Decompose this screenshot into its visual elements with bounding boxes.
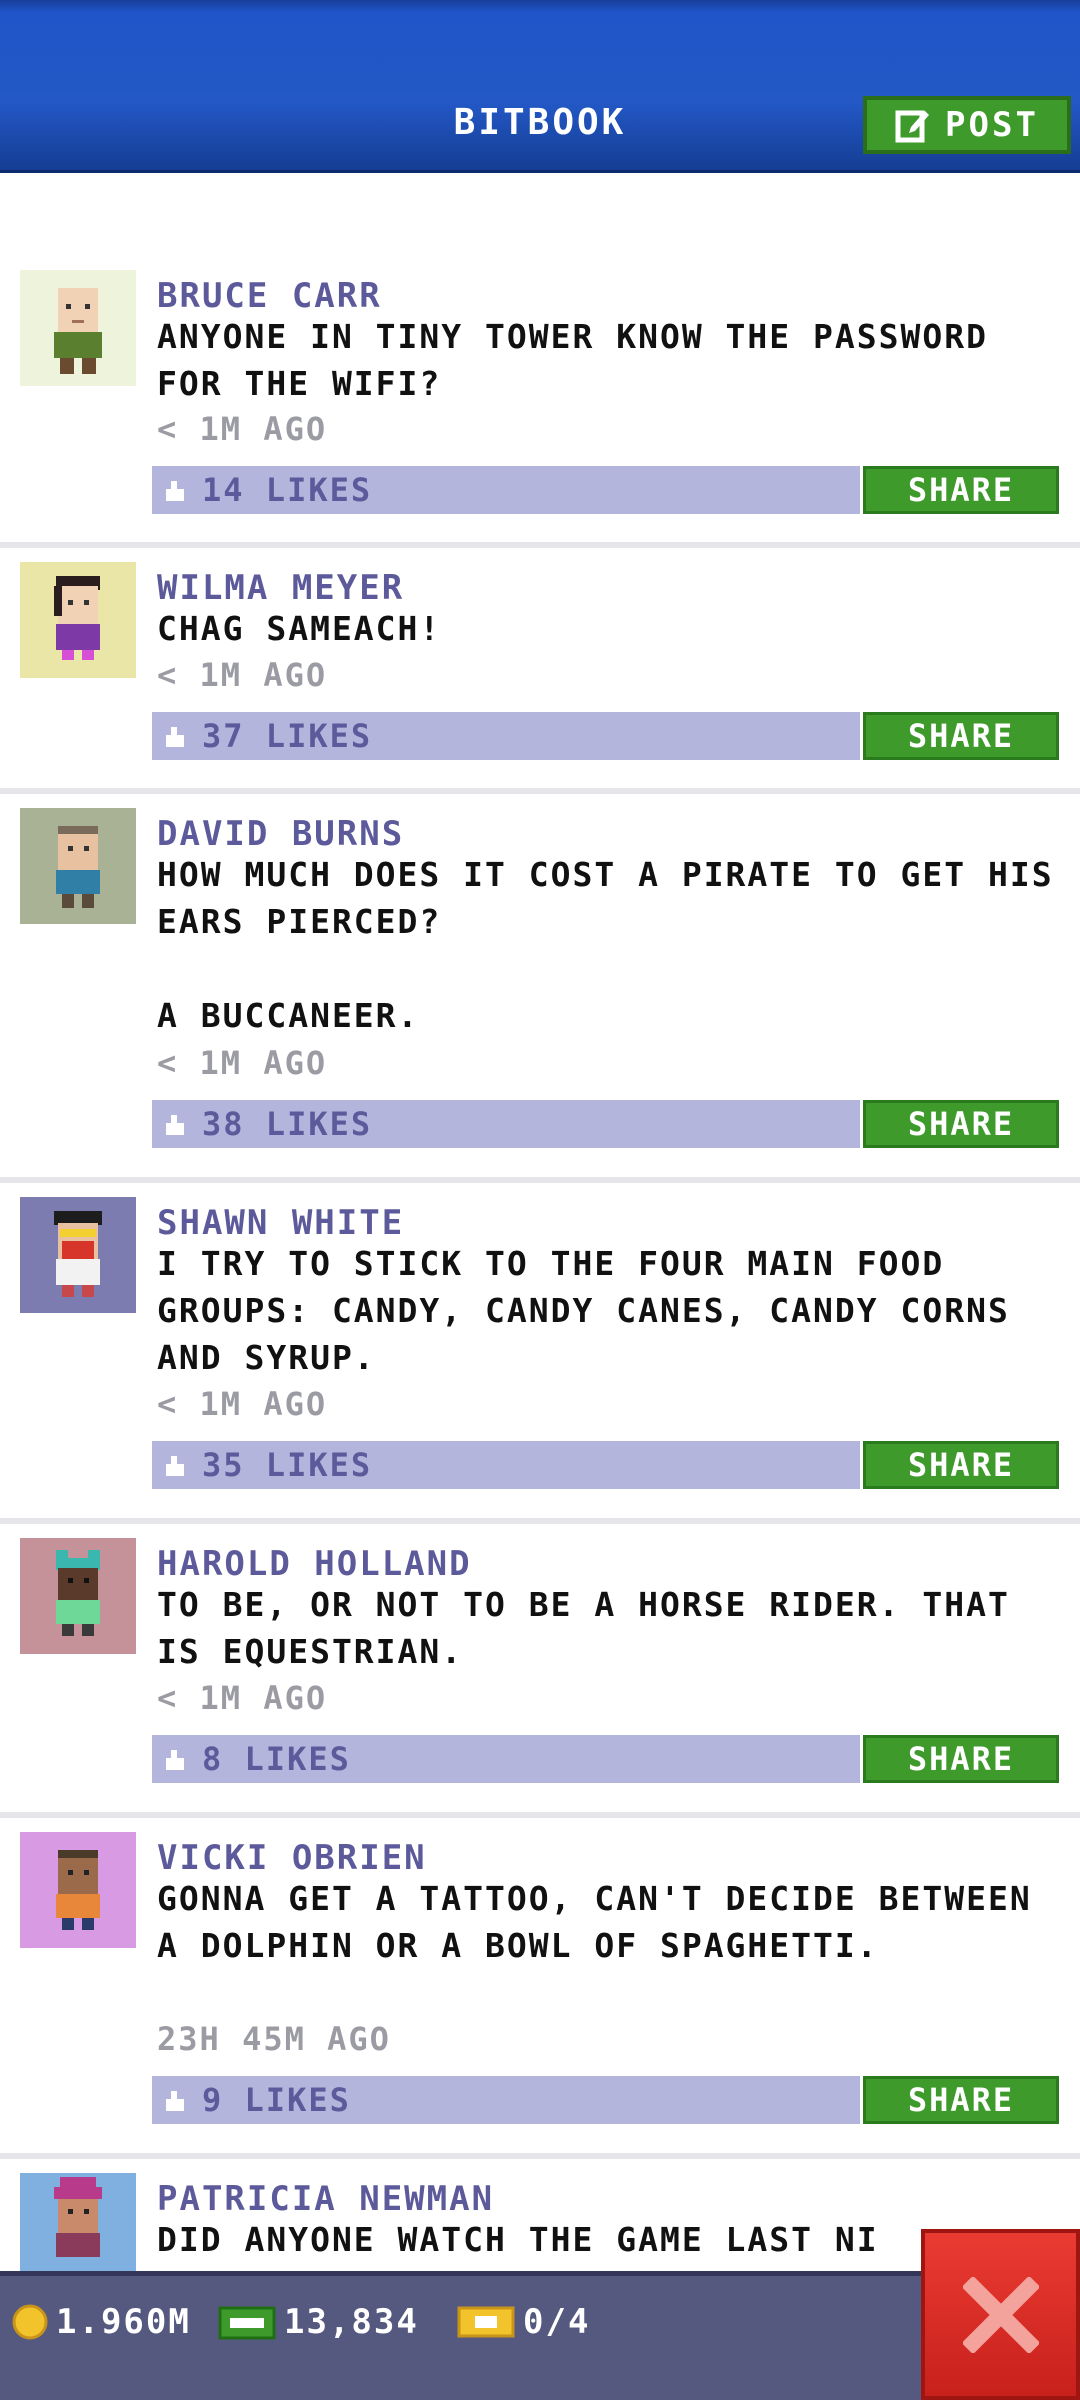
feed-post: HAROLD HOLLAND TO BE, OR NOT TO BE A HOR… (0, 1524, 1080, 1818)
tickets-value: 0/4 (523, 2302, 591, 2342)
post-time: < 1M AGO (157, 1679, 328, 1717)
avatar[interactable] (20, 808, 136, 924)
close-icon (962, 2276, 1039, 2353)
like-count: 9 LIKES (202, 2081, 351, 2119)
bux-value: 13,834 (284, 2302, 419, 2342)
like-count: 38 LIKES (202, 1105, 373, 1143)
avatar[interactable] (20, 2173, 136, 2271)
feed-post: BRUCE CARR ANYONE IN TINY TOWER KNOW THE… (0, 266, 1080, 548)
post-text: ANYONE IN TINY TOWER KNOW THE PASSWORD F… (157, 317, 988, 403)
post-author[interactable]: DAVID BURNS (157, 814, 404, 854)
ticket-icon (457, 2306, 515, 2338)
edit-icon (895, 107, 931, 143)
avatar[interactable] (20, 562, 136, 678)
post-text: I TRY TO STICK TO THE FOUR MAIN FOOD GRO… (157, 1244, 1010, 1377)
post-time: 23H 45M AGO (157, 2020, 391, 2058)
coin-icon (12, 2304, 48, 2340)
share-button[interactable]: SHARE (863, 1441, 1059, 1489)
like-count: 37 LIKES (202, 717, 373, 755)
share-button[interactable]: SHARE (863, 466, 1059, 514)
avatar[interactable] (20, 270, 136, 386)
share-button[interactable]: SHARE (863, 712, 1059, 760)
post-author[interactable]: HAROLD HOLLAND (157, 1544, 472, 1584)
post-author[interactable]: VICKI OBRIEN (157, 1838, 427, 1878)
like-bar[interactable]: 9 LIKES (152, 2076, 860, 2124)
post-text: HOW MUCH DOES IT COST A PIRATE TO GET HI… (157, 855, 1054, 1035)
thumbs-up-icon (166, 1750, 184, 1770)
coins-stat: 1.960M (12, 2302, 191, 2342)
like-bar[interactable]: 14 LIKES (152, 466, 860, 514)
like-count: 35 LIKES (202, 1446, 373, 1484)
post-time: < 1M AGO (157, 410, 328, 448)
status-bar: 1.960M 13,834 0/4 (0, 2271, 1080, 2400)
like-count: 14 LIKES (202, 471, 373, 509)
post-button-label: POST (945, 105, 1039, 145)
bux-icon (218, 2306, 276, 2340)
share-button[interactable]: SHARE (863, 1100, 1059, 1148)
share-button[interactable]: SHARE (863, 1735, 1059, 1783)
top-bar: BITBOOK POST (0, 0, 1080, 173)
post-text: CHAG SAMEACH! (157, 609, 442, 648)
thumbs-up-icon (166, 2091, 184, 2111)
thumbs-up-icon (166, 1115, 184, 1135)
feed-post: SHAWN WHITE I TRY TO STICK TO THE FOUR M… (0, 1183, 1080, 1524)
avatar[interactable] (20, 1832, 136, 1948)
feed-post: WILMA MEYER CHAG SAMEACH! < 1M AGO 37 LI… (0, 548, 1080, 794)
post-time: < 1M AGO (157, 1385, 328, 1423)
thumbs-up-icon (166, 1456, 184, 1476)
coins-value: 1.960M (56, 2302, 191, 2342)
share-button[interactable]: SHARE (863, 2076, 1059, 2124)
avatar[interactable] (20, 1197, 136, 1313)
post-author[interactable]: WILMA MEYER (157, 568, 404, 608)
post-time: < 1M AGO (157, 1044, 328, 1082)
thumbs-up-icon (166, 481, 184, 501)
post-time: < 1M AGO (157, 656, 328, 694)
like-count: 8 LIKES (202, 1740, 351, 1778)
post-author[interactable]: BRUCE CARR (157, 276, 382, 316)
close-button[interactable] (921, 2229, 1080, 2400)
bux-stat: 13,834 (218, 2302, 419, 2342)
feed-list[interactable]: BRUCE CARR ANYONE IN TINY TOWER KNOW THE… (0, 173, 1080, 2271)
feed-post: VICKI OBRIEN GONNA GET A TATTOO, CAN'T D… (0, 1818, 1080, 2159)
thumbs-up-icon (166, 727, 184, 747)
like-bar[interactable]: 8 LIKES (152, 1735, 860, 1783)
avatar[interactable] (20, 1538, 136, 1654)
like-bar[interactable]: 37 LIKES (152, 712, 860, 760)
post-author[interactable]: PATRICIA NEWMAN (157, 2179, 494, 2219)
feed-post: PATRICIA NEWMAN DID ANYONE WATCH THE GAM… (0, 2159, 1080, 2271)
post-author[interactable]: SHAWN WHITE (157, 1203, 404, 1243)
tickets-stat: 0/4 (457, 2302, 590, 2342)
like-bar[interactable]: 38 LIKES (152, 1100, 860, 1148)
post-button[interactable]: POST (863, 96, 1071, 154)
feed-post: DAVID BURNS HOW MUCH DOES IT COST A PIRA… (0, 794, 1080, 1183)
post-text: GONNA GET A TATTOO, CAN'T DECIDE BETWEEN… (157, 1879, 1032, 1965)
post-text: TO BE, OR NOT TO BE A HORSE RIDER. THAT … (157, 1585, 1010, 1671)
like-bar[interactable]: 35 LIKES (152, 1441, 860, 1489)
